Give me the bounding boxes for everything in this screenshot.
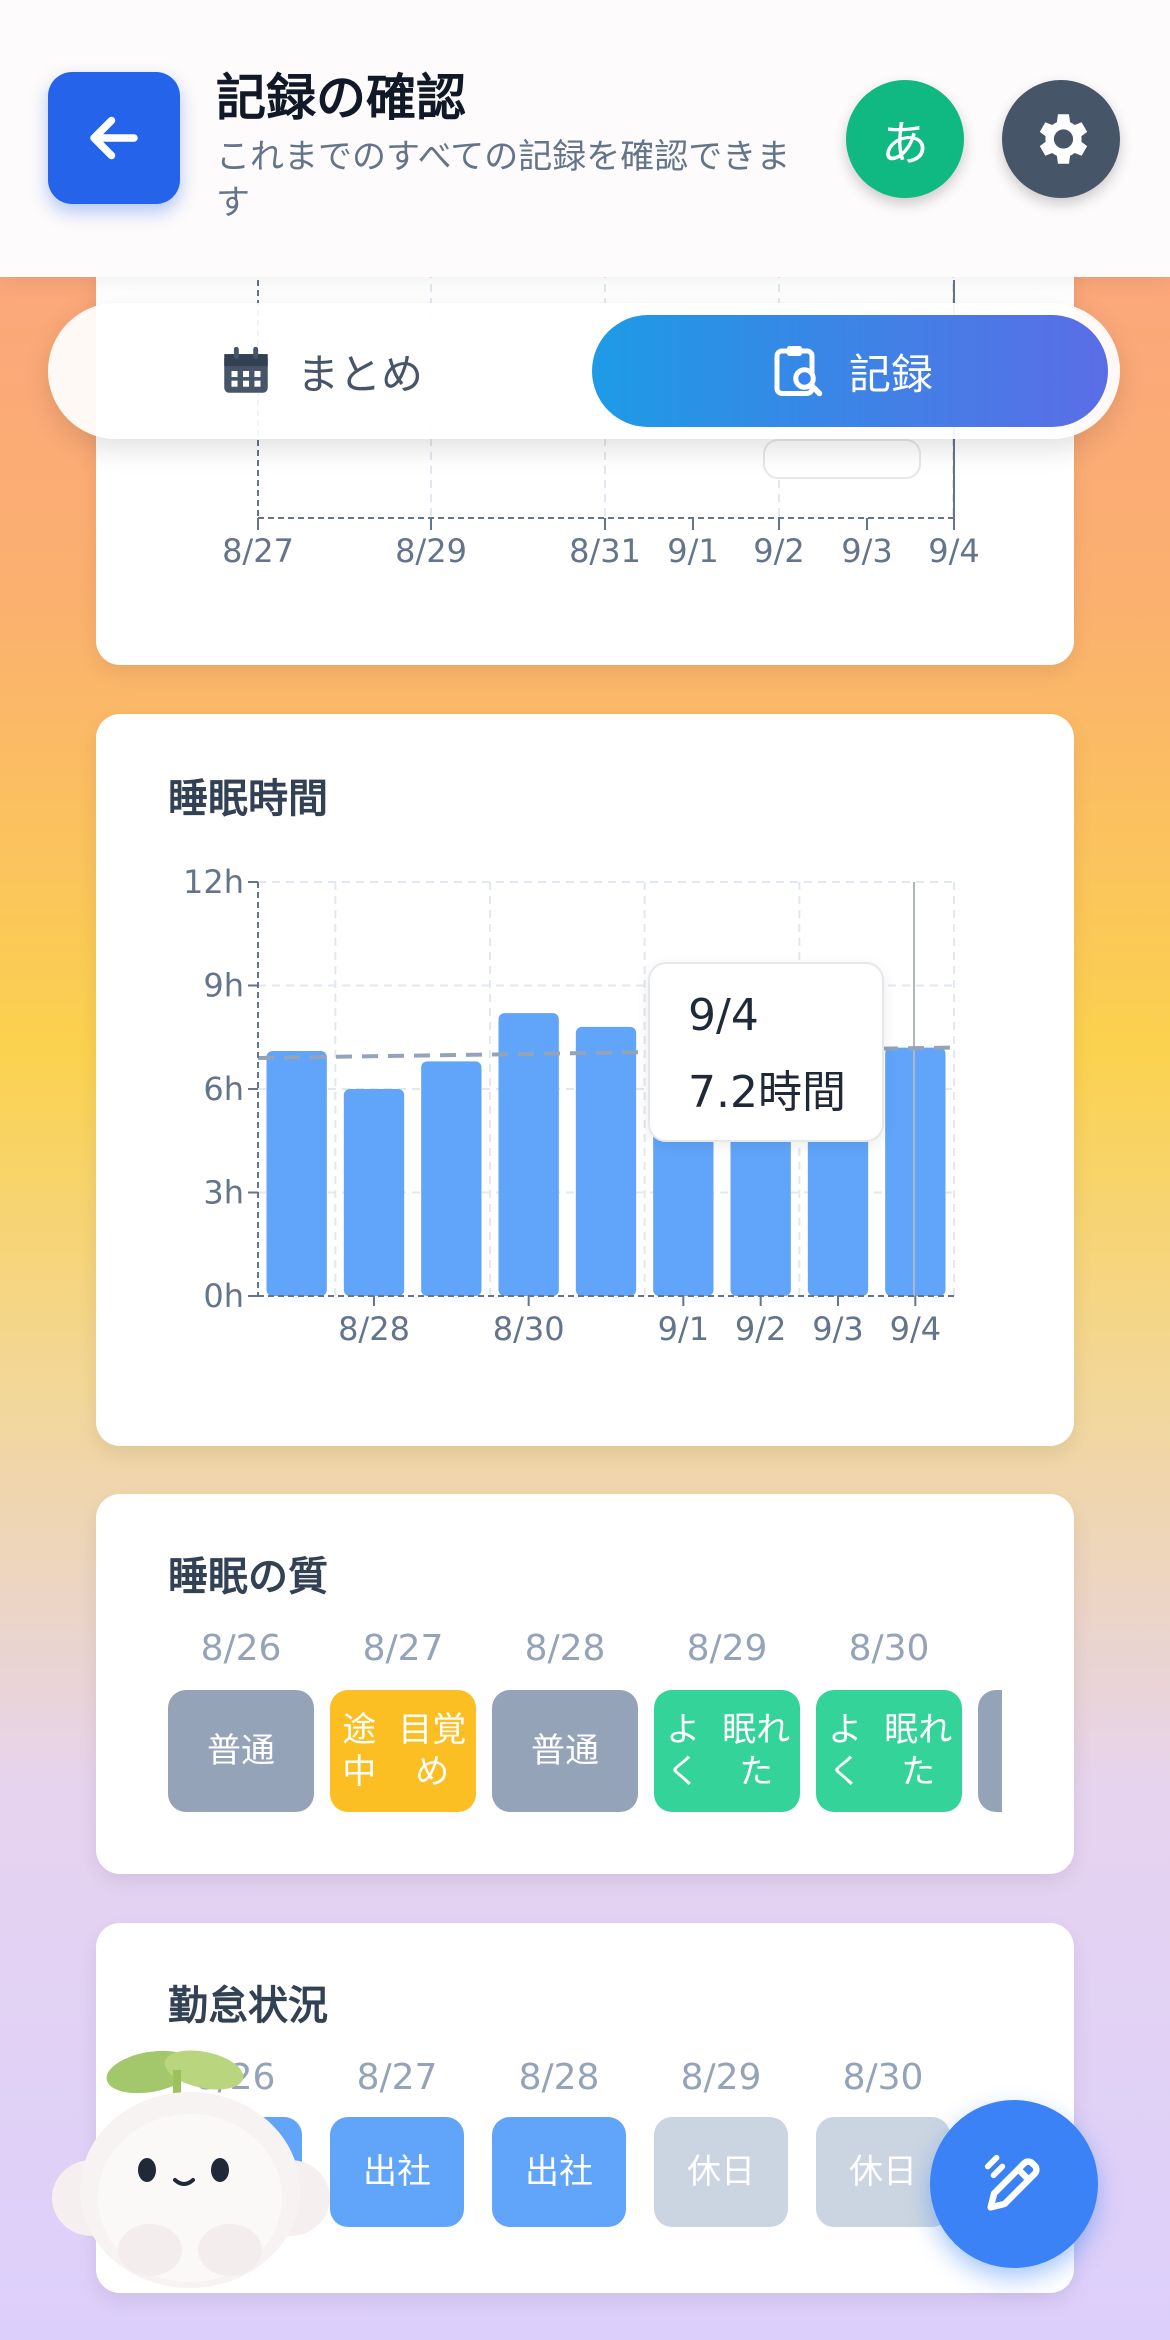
tab-summary-label: まとめ [296, 349, 423, 399]
y-tick-label: 6h [203, 1070, 244, 1108]
attendance-chip[interactable]: 休日 [654, 2117, 788, 2227]
y-tick-label: 12h [183, 863, 244, 901]
gear-icon [1039, 114, 1088, 164]
attendance-title: 勤怠状況 [168, 1983, 328, 2029]
attendance-date: 8/29 [680, 2057, 762, 2098]
top-chart-x-tick: 9/3 [841, 532, 893, 570]
top-chart-x-tick: 8/27 [222, 532, 294, 570]
calendar-icon [224, 346, 268, 393]
page-subtitle: これまでのすべての記録を確認できます [216, 137, 791, 223]
sprout-mascot-icon [52, 2050, 330, 2288]
view-tab-bar: まとめ 記録 [48, 303, 1120, 439]
add-record-button[interactable] [930, 2100, 1098, 2268]
clipboard-search-icon [774, 346, 823, 397]
mascot-character[interactable] [40, 2030, 340, 2294]
bar-8/29[interactable] [421, 1061, 482, 1296]
sleep-quality-date: 8/30 [848, 1628, 930, 1669]
top-chart-x-tick: 9/1 [667, 532, 719, 570]
settings-button[interactable] [1002, 80, 1120, 198]
sleep-quality-date: 8/27 [362, 1628, 444, 1669]
top-chart-x-tick: 8/31 [569, 532, 641, 570]
attendance-date: 8/27 [356, 2057, 438, 2098]
sleep-quality-title: 睡眠の質 [168, 1554, 328, 1600]
x-tick-label: 9/1 [658, 1310, 710, 1348]
sleep-time-chart: 0h 3h 6h 9h 12h 8/28 8/30 9/1 9/2 9/3 9/4 [183, 863, 955, 1348]
sleep-quality-chip[interactable]: よく 眠れた [654, 1690, 800, 1812]
attendance-chip[interactable]: 出社 [492, 2117, 626, 2227]
tab-summary[interactable]: まとめ [60, 315, 580, 427]
x-tick-label: 8/28 [338, 1310, 410, 1348]
language-button[interactable]: あ [846, 80, 964, 198]
tooltip-date: 9/4 [688, 990, 759, 1041]
sleep-quality-date: 8/28 [524, 1628, 606, 1669]
sleep-quality-date: 8/29 [686, 1628, 768, 1669]
bar-8/27[interactable] [266, 1051, 327, 1296]
bar-8/28[interactable] [343, 1089, 405, 1296]
back-button[interactable] [48, 72, 180, 204]
attendance-date: 8/28 [518, 2057, 600, 2098]
sleep-quality-card: 睡眠の質 8/26 普通 8/27 途中 目覚め 8/28 普通 8/29 よく 眠れた 8/30 よ… [96, 1494, 1074, 1874]
tab-records-label: 記録 [848, 349, 933, 399]
top-chart-x-tick: 9/4 [928, 532, 980, 570]
attendance-date: 8/30 [842, 2057, 924, 2098]
sleep-quality-chip[interactable]: 普通 [168, 1690, 314, 1812]
pencil-edit-icon [984, 2154, 1040, 2211]
sleep-quality-list: 8/26 普通 8/27 途中 目覚め 8/28 普通 8/29 よく 眠れた 8/30 よく 眠れた [168, 1628, 1002, 1818]
y-tick-label: 3h [203, 1174, 244, 1212]
sleep-quality-chip[interactable]: 途中 目覚め [330, 1690, 476, 1812]
y-tick-label: 9h [203, 967, 244, 1005]
tab-records[interactable]: 記録 [592, 315, 1108, 427]
sleep-quality-chip[interactable] [978, 1690, 1002, 1812]
sleep-quality-date: 8/26 [200, 1628, 282, 1669]
bar-9/4[interactable] [885, 1047, 946, 1296]
x-tick-label: 9/3 [812, 1310, 864, 1348]
page-title: 記録の確認 [216, 69, 466, 127]
attendance-chip[interactable]: 出社 [330, 2117, 464, 2227]
sleep-time-card: 睡眠時間 0h 3h 6h 9h 12h 8/28 8/30 9/1 9/2 9/3 9/4 9/4… [96, 714, 1074, 1446]
top-chart-x-tick: 9/2 [753, 532, 805, 570]
chart-tooltip: 9/4 7.2時間 [648, 962, 884, 1142]
x-tick-label: 8/30 [493, 1310, 565, 1348]
arrow-left-icon [90, 116, 138, 160]
x-tick-label: 9/4 [890, 1310, 942, 1348]
sleep-quality-chip[interactable]: 普通 [492, 1690, 638, 1812]
bar-8/31[interactable] [575, 1026, 637, 1296]
sleep-quality-chip[interactable]: よく 眠れた [816, 1690, 962, 1812]
x-tick-label: 9/2 [735, 1310, 787, 1348]
app-header: 記録の確認 これまでのすべての記録を確認できます あ [0, 0, 1170, 277]
y-tick-label: 0h [203, 1277, 244, 1315]
top-chart-x-tick: 8/29 [395, 532, 467, 570]
tooltip-value: 7.2時間 [688, 1067, 846, 1118]
